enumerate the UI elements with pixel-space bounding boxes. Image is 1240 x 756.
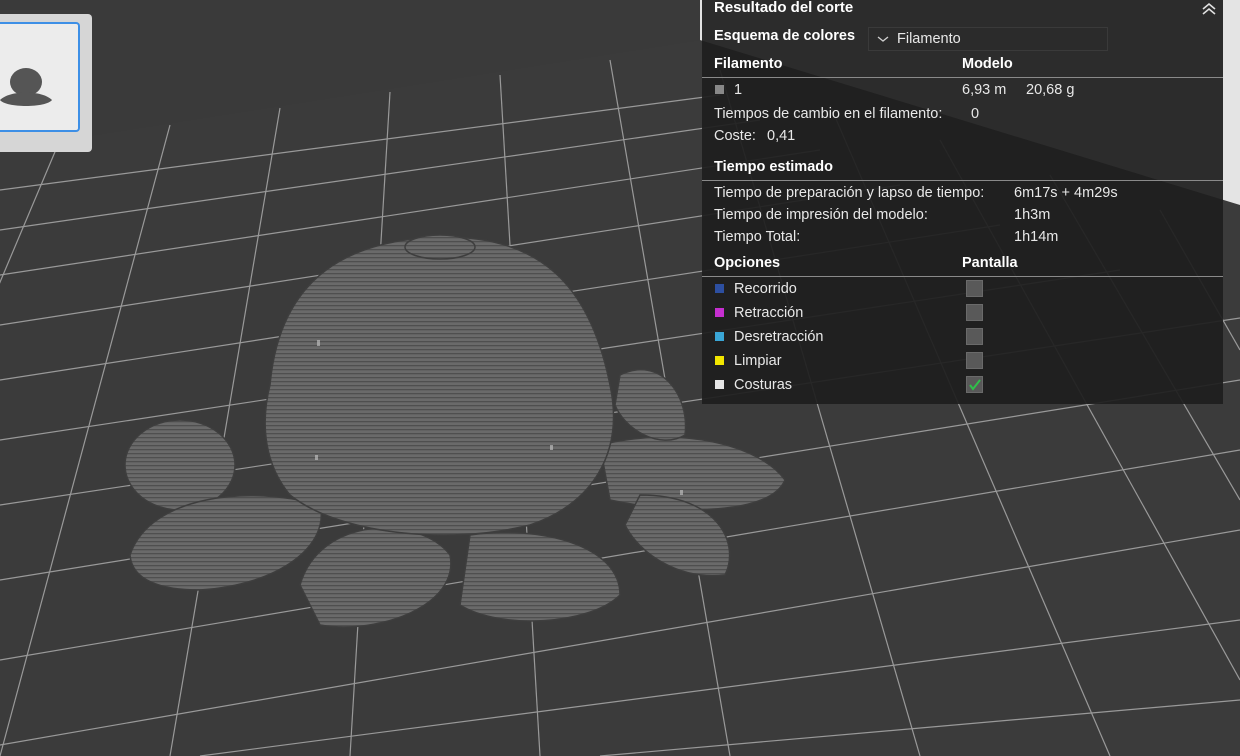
- chevron-down-icon: [877, 36, 889, 42]
- divider: [702, 276, 1223, 277]
- plate-thumbnail-selected[interactable]: [0, 22, 80, 132]
- recorrido-checkbox[interactable]: [966, 280, 983, 297]
- plate-thumbnail[interactable]: [0, 14, 92, 152]
- filament-weight: 20,68 g: [1026, 82, 1075, 98]
- double-chevron-up-icon[interactable]: [1200, 1, 1218, 15]
- costuras-color-swatch: [715, 380, 724, 389]
- total-time-label: Tiempo Total:: [714, 229, 801, 245]
- color-scheme-label: Esquema de colores: [714, 28, 856, 44]
- option-label: Limpiar: [734, 353, 782, 369]
- retraccion-color-swatch: [715, 308, 724, 317]
- prep-time-value: 6m17s + 4m29s: [1014, 185, 1118, 201]
- cost-label: Coste:: [714, 128, 756, 144]
- option-label: Retracción: [734, 305, 804, 321]
- cost-value: 0,41: [767, 128, 796, 144]
- divider: [702, 77, 1223, 78]
- filament-changes-label: Tiempos de cambio en el filamento:: [714, 106, 943, 122]
- prep-time-label: Tiempo de preparación y lapso de tiempo:: [714, 185, 985, 201]
- option-label: Recorrido: [734, 281, 797, 297]
- checkmark-icon: [969, 379, 981, 391]
- filament-color-swatch: [715, 85, 724, 94]
- option-label: Desretracción: [734, 329, 824, 345]
- model-header: Modelo: [962, 56, 1013, 72]
- octopus-thumbnail-image: [0, 68, 52, 106]
- retraccion-checkbox[interactable]: [966, 304, 983, 321]
- estimated-time-header: Tiempo estimado: [714, 159, 833, 175]
- slice-result-panel: Resultado del corte Esquema de colores F…: [702, 0, 1223, 404]
- costuras-checkbox[interactable]: [966, 376, 983, 393]
- option-label: Costuras: [734, 377, 793, 393]
- filament-changes-value: 0: [971, 106, 980, 122]
- filament-number: 1: [734, 82, 743, 98]
- total-time-value: 1h14m: [1014, 229, 1059, 245]
- options-header: Opciones: [714, 255, 781, 271]
- filament-length: 6,93 m: [962, 82, 1007, 98]
- divider: [702, 180, 1223, 181]
- filament-header: Filamento: [714, 56, 783, 72]
- display-header: Pantalla: [962, 255, 1018, 271]
- color-scheme-dropdown[interactable]: Filamento: [868, 27, 1108, 51]
- model-print-time-label: Tiempo de impresión del modelo:: [714, 207, 928, 223]
- panel-title: Resultado del corte: [714, 0, 854, 16]
- limpiar-checkbox[interactable]: [966, 352, 983, 369]
- desretraccion-color-swatch: [715, 332, 724, 341]
- recorrido-color-swatch: [715, 284, 724, 293]
- limpiar-color-swatch: [715, 356, 724, 365]
- desretraccion-checkbox[interactable]: [966, 328, 983, 345]
- color-scheme-value: Filamento: [897, 31, 961, 47]
- model-print-time-value: 1h3m: [1014, 207, 1051, 223]
